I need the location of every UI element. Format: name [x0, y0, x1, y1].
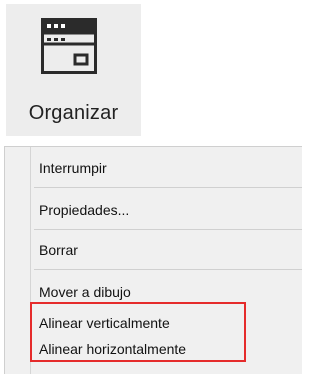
- menu-separator: [34, 229, 302, 230]
- menu-item-borrar[interactable]: Borrar: [39, 242, 78, 258]
- organizar-ribbon-button[interactable]: Organizar: [6, 4, 141, 136]
- window-arrange-icon: [41, 18, 97, 74]
- menu-item-interrumpir[interactable]: Interrumpir: [39, 160, 107, 176]
- menu-item-propiedades[interactable]: Propiedades...: [39, 202, 129, 218]
- organizar-label: Organizar: [28, 102, 119, 124]
- highlight-box: [30, 302, 246, 362]
- menu-separator: [34, 187, 302, 188]
- menu-item-mover-a-dibujo[interactable]: Mover a dibujo: [39, 284, 131, 300]
- menu-separator: [34, 269, 302, 270]
- context-menu: Interrumpir Propiedades... Borrar Mover …: [4, 146, 302, 374]
